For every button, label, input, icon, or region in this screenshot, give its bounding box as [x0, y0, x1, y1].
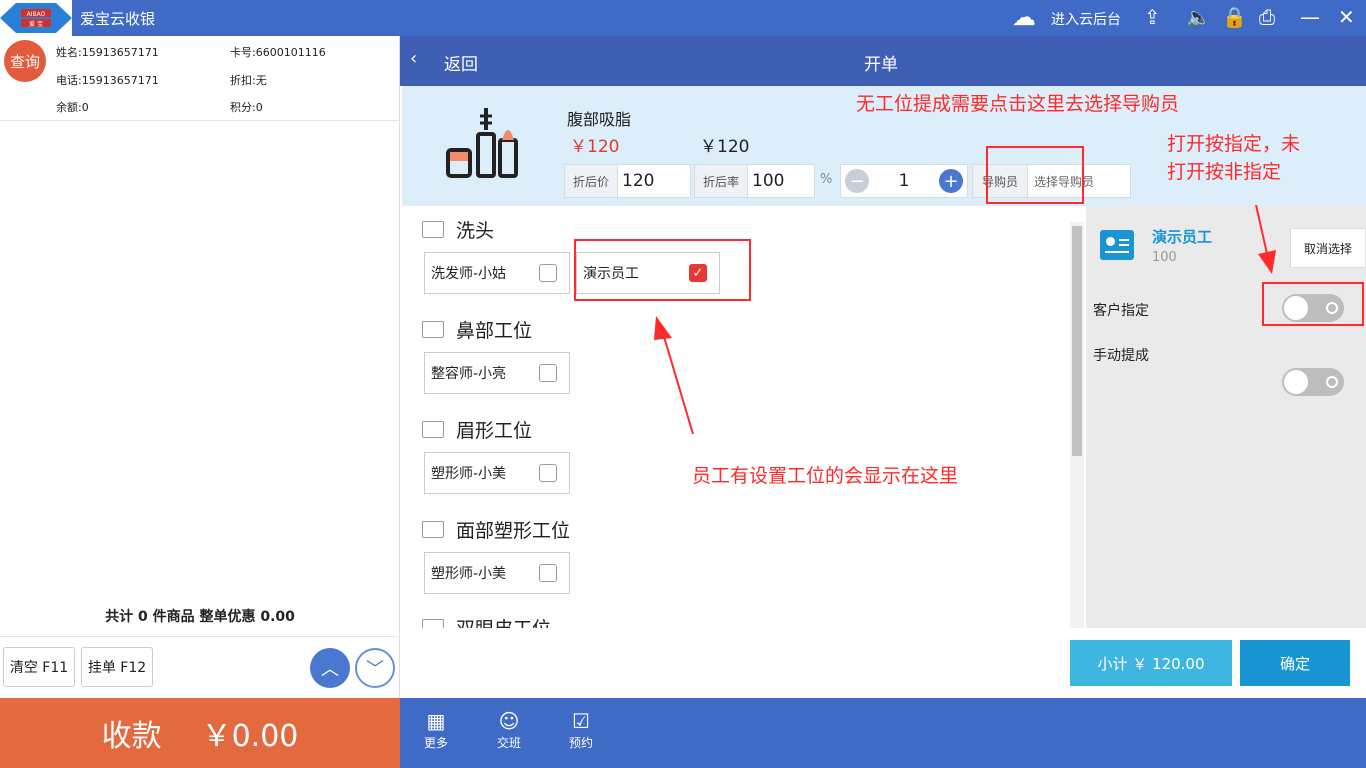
after-price-label: 折后价 — [564, 164, 618, 198]
cloud-backend-link[interactable]: 进入云后台 — [1051, 9, 1121, 29]
divider — [0, 120, 400, 121]
rate-input[interactable]: 100 — [747, 164, 815, 198]
annotation-guide: 无工位提成需要点击这里去选择导购员 — [856, 93, 1180, 115]
id-card-icon — [422, 421, 444, 438]
shift-button[interactable]: ☺ 交班 — [486, 708, 532, 751]
selected-staff-name: 演示员工 — [1152, 228, 1213, 246]
annotation-box-guide — [986, 146, 1084, 204]
speaker-mute-icon[interactable]: 🔈 — [1186, 5, 1211, 29]
member-balance: 余额:0 — [56, 101, 89, 114]
minus-icon[interactable]: − — [845, 169, 869, 193]
subtotal-display: 小计 ￥ 120.00 — [1070, 640, 1232, 686]
plus-icon[interactable]: + — [938, 169, 963, 193]
svg-text:爱 宝: 爱 宝 — [29, 20, 43, 28]
selected-staff-panel: 演示员工 100 取消选择 客户指定 手动提成 — [1086, 206, 1366, 628]
staff-chip[interactable]: 整容师-小亮 — [424, 352, 570, 394]
staff-chip[interactable]: 塑形师-小美 — [424, 552, 570, 594]
product-name: 腹部吸脂 — [567, 110, 632, 129]
manual-commission-label: 手动提成 — [1093, 348, 1149, 364]
calendar-check-icon: ☑ — [572, 709, 590, 733]
id-card-icon — [422, 321, 444, 338]
quantity-stepper[interactable]: − 1 + — [840, 164, 968, 198]
page-title: 开单 — [864, 55, 898, 75]
title-bar: AIBAO 爱 宝 爱宝云收银 ☁ 进入云后台 ⇪ 🔈 🔒 ⎙ — ✕ — [0, 0, 1366, 36]
booking-button[interactable]: ☑ 预约 — [558, 708, 604, 751]
member-phone: 电话:15913657171 — [56, 74, 159, 87]
selected-staff-value: 100 — [1152, 250, 1177, 265]
cosmetics-icon — [446, 108, 518, 178]
cloud-icon[interactable]: ☁ — [1012, 3, 1036, 31]
minimize-icon[interactable]: — — [1300, 5, 1320, 29]
pay-button[interactable]: 收款 ￥0.00 — [0, 698, 400, 768]
annotation-toggle-line1: 打开按指定，未 — [1167, 133, 1301, 155]
cloud-sync-icon[interactable]: ⇪ — [1144, 5, 1161, 29]
grid-icon: ▦ — [426, 709, 446, 733]
cart-panel: 查询 姓名:15913657171 卡号:6600101116 电话:15913… — [0, 36, 400, 698]
annotation-stations: 员工有设置工位的会显示在这里 — [692, 465, 959, 487]
group-header: 眉形工位 — [422, 416, 532, 443]
scroll-down-icon[interactable]: ﹀ — [355, 648, 395, 688]
checkbox[interactable] — [539, 464, 557, 482]
app-logo: AIBAO 爱 宝 — [0, 0, 72, 36]
annotation-box-toggle — [1262, 282, 1364, 326]
member-points: 积分:0 — [230, 101, 263, 114]
staff-card-icon — [1100, 230, 1134, 260]
quantity-value: 1 — [898, 171, 910, 191]
user-switch-icon: ☺ — [498, 709, 520, 733]
customer-assign-label: 客户指定 — [1093, 303, 1149, 319]
checkbox[interactable] — [539, 564, 557, 582]
member-name: 姓名:15913657171 — [56, 46, 159, 59]
app-title: 爱宝云收银 — [80, 10, 156, 28]
scrollbar-thumb[interactable] — [1072, 226, 1082, 456]
printer-icon[interactable]: ⎙ — [1259, 5, 1275, 29]
annotation-toggle-line2: 打开按非指定 — [1167, 161, 1282, 183]
staff-chip[interactable]: 洗发师-小姑 — [424, 252, 570, 294]
pay-amount: ￥0.00 — [201, 719, 299, 754]
checkbox[interactable] — [539, 264, 557, 282]
more-button[interactable]: ▦ 更多 — [413, 708, 459, 751]
scrollbar[interactable] — [1070, 222, 1084, 628]
close-icon[interactable]: ✕ — [1338, 5, 1355, 29]
member-card: 卡号:6600101116 — [230, 46, 326, 59]
back-button[interactable]: 返回 — [444, 50, 478, 75]
cart-total: 共计 0 件商品 整单优惠 0.00 — [105, 609, 295, 625]
lock-icon[interactable]: 🔒 — [1222, 5, 1247, 29]
back-arrow-icon[interactable]: ‹ — [410, 48, 417, 69]
group-header: 双眼皮工位 — [422, 614, 551, 628]
group-header: 鼻部工位 — [422, 316, 532, 343]
cancel-selection-button[interactable]: 取消选择 — [1290, 228, 1366, 268]
after-price-input[interactable]: 120 — [617, 164, 691, 198]
percent-sign: % — [820, 172, 833, 187]
checkbox[interactable] — [539, 364, 557, 382]
member-discount: 折扣:无 — [230, 74, 267, 87]
station-list: 洗头 洗发师-小姑 演示员工 ✓ 鼻部工位 整容师-小亮 眉形工位 塑形师-小美 … — [402, 206, 1070, 628]
confirm-button[interactable]: 确定 — [1240, 640, 1350, 686]
svg-text:AIBAO: AIBAO — [27, 11, 46, 18]
group-header: 洗头 — [422, 216, 494, 243]
manual-commission-toggle[interactable] — [1282, 368, 1344, 396]
query-member-button[interactable]: 查询 — [4, 40, 46, 82]
divider — [0, 636, 400, 637]
product-original-price: ￥120 — [570, 137, 620, 157]
bottom-toolbar: ▦ 更多 ☺ 交班 ☑ 预约 — [400, 698, 1366, 768]
rate-label: 折后率 — [694, 164, 748, 198]
scroll-up-icon[interactable]: ︿ — [310, 648, 350, 688]
clear-button[interactable]: 清空 F11 — [3, 647, 75, 687]
id-card-icon — [422, 619, 444, 628]
annotation-box-staff — [574, 239, 751, 301]
id-card-icon — [422, 521, 444, 538]
product-price: ￥120 — [700, 137, 750, 157]
order-header: ‹ 返回 开单 — [400, 36, 1366, 86]
group-header: 面部塑形工位 — [422, 516, 570, 543]
id-card-icon — [422, 221, 444, 238]
hold-order-button[interactable]: 挂单 F12 — [81, 647, 153, 687]
pay-label: 收款 — [101, 719, 162, 754]
staff-chip[interactable]: 塑形师-小美 — [424, 452, 570, 494]
